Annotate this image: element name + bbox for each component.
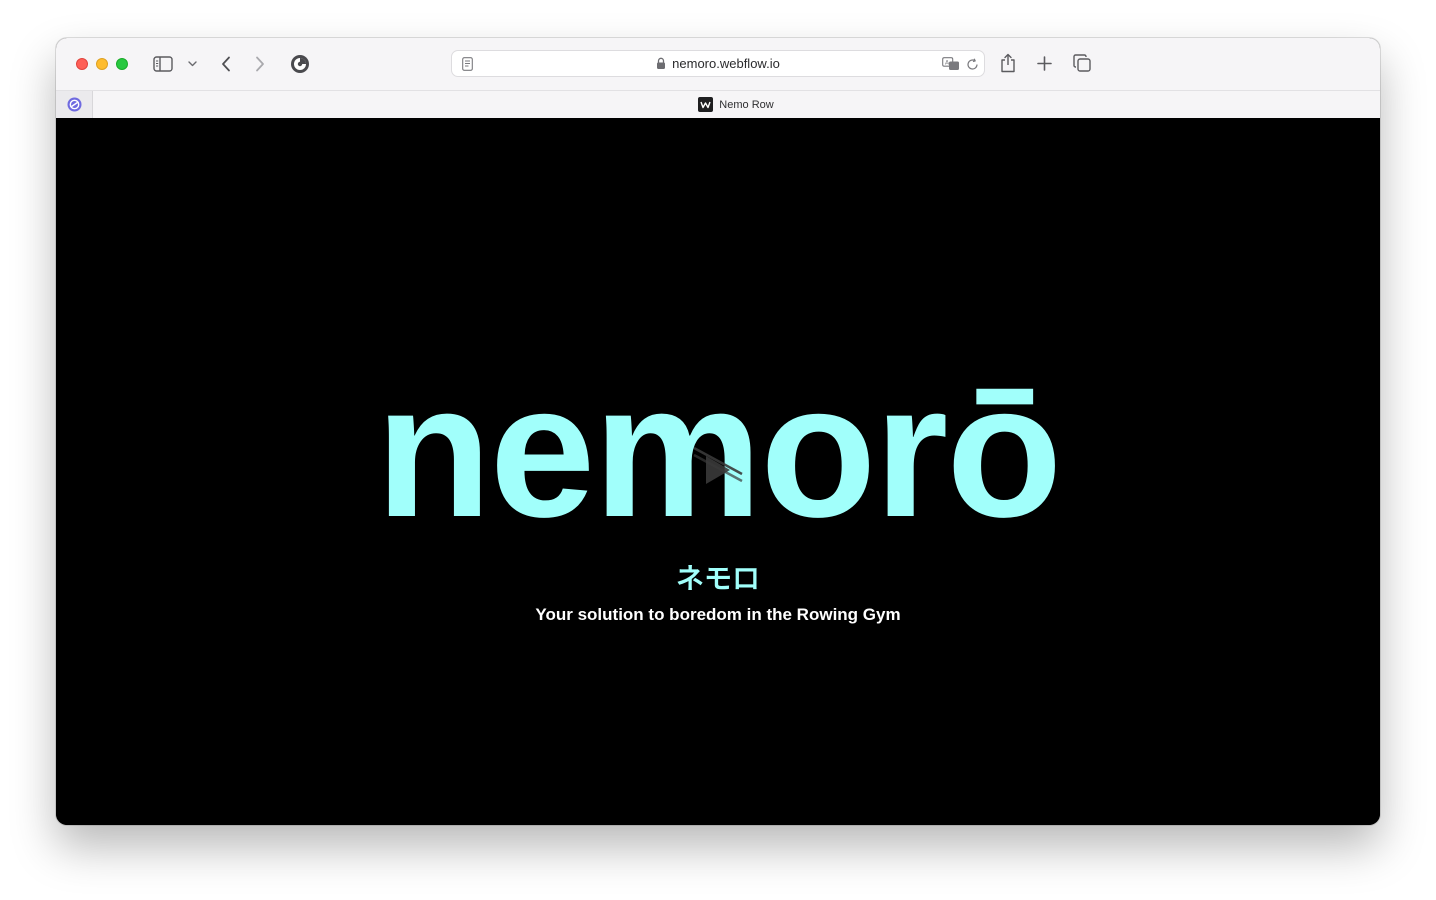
background-video-play-button[interactable]: [692, 446, 744, 492]
browser-window: nemoro.webflow.io A Nemo Row nemorō ネモロ …: [56, 38, 1380, 825]
chevron-left-icon: [222, 56, 230, 72]
sidebar-toggle-button[interactable]: [152, 54, 174, 74]
tab-bar: Nemo Row: [56, 90, 1380, 118]
url-display[interactable]: nemoro.webflow.io: [452, 51, 984, 76]
minimize-window-button[interactable]: [96, 58, 108, 70]
pinned-tab[interactable]: [56, 91, 93, 118]
zoom-window-button[interactable]: [116, 58, 128, 70]
tab-overview-button[interactable]: [1071, 53, 1093, 73]
share-button[interactable]: [998, 52, 1018, 74]
address-bar[interactable]: nemoro.webflow.io A: [451, 50, 985, 77]
url-text: nemoro.webflow.io: [672, 56, 780, 71]
back-button[interactable]: [216, 54, 236, 74]
tagline: Your solution to boredom in the Rowing G…: [535, 605, 901, 624]
page-content: nemorō ネモロ Your solution to boredom in t…: [56, 118, 1380, 825]
privacy-report-button[interactable]: [289, 53, 311, 75]
browser-toolbar: nemoro.webflow.io A: [56, 38, 1380, 90]
sidebar-icon: [153, 56, 173, 72]
tab-overview-icon: [1073, 54, 1091, 72]
plus-icon: [1036, 55, 1052, 71]
reload-icon: [966, 58, 978, 70]
lock-icon: [657, 57, 666, 69]
translate-icon: A: [942, 57, 959, 70]
webflow-favicon-icon: [698, 97, 714, 112]
forward-button[interactable]: [250, 54, 270, 74]
chevron-right-icon: [256, 56, 264, 72]
brand-katakana: ネモロ: [675, 562, 760, 595]
tab-title: Nemo Row: [719, 98, 774, 111]
close-window-button[interactable]: [76, 58, 88, 70]
translate-button[interactable]: A: [942, 56, 960, 72]
sidebar-menu-chevron[interactable]: [185, 57, 199, 71]
reload-button[interactable]: [964, 56, 980, 72]
tab-nemo-row[interactable]: Nemo Row: [92, 91, 1380, 118]
privacy-report-icon: [291, 55, 309, 73]
chevron-down-icon: [187, 61, 197, 67]
pinned-site-icon: [67, 97, 81, 112]
play-icon: [693, 446, 743, 484]
share-icon: [1001, 53, 1015, 73]
new-tab-button[interactable]: [1034, 53, 1054, 73]
